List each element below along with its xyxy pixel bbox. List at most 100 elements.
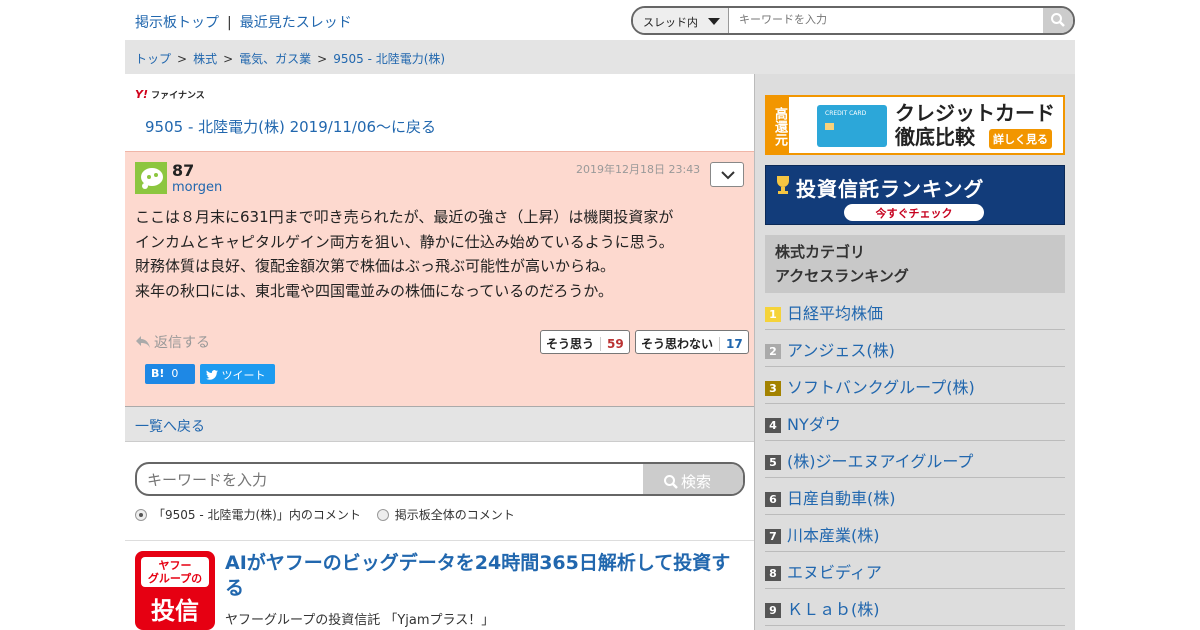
post-body: ここは８月末に631円まで叩き売られたが、最近の強さ（上昇）は機関投資家が イン… [135, 205, 735, 303]
rank-badge: 5 [765, 455, 781, 470]
hatena-icon: B! [151, 367, 165, 380]
rank-badge: 1 [765, 307, 781, 322]
ad-logo-line1: ヤフー [158, 559, 192, 572]
agree-button[interactable]: そう思う 59 [540, 330, 630, 354]
ranking-item[interactable]: 5 (株)ジーエヌアイグループ [765, 441, 1065, 478]
disagree-count: 17 [719, 337, 743, 351]
search-scope-select[interactable]: スレッド内 [633, 8, 729, 33]
avatar [135, 162, 167, 194]
ranking-item[interactable]: 9 ＫＬａｂ(株) [765, 589, 1065, 626]
breadcrumb-item-industry[interactable]: 電気、ガス業 [239, 52, 311, 66]
banner-title-line2: 徹底比較 [895, 125, 975, 149]
breadcrumb-item-stocks[interactable]: 株式 [193, 52, 217, 66]
ranking-item[interactable]: 1 日経平均株価 [765, 293, 1065, 330]
post-menu-button[interactable] [710, 162, 744, 187]
rank-badge: 4 [765, 418, 781, 433]
comment-post: 87 morgen 2019年12月18日 23:43 ここは８月末に631円ま… [125, 151, 754, 407]
twitter-icon [206, 370, 218, 380]
reply-icon [136, 336, 150, 348]
ranking-item[interactable]: 3 ソフトバンクグループ(株) [765, 367, 1065, 404]
ranking-item-name: エヌビディア [787, 563, 882, 582]
breadcrumb-item-stock[interactable]: 9505 - 北陸電力(株) [333, 52, 445, 66]
ranking-item-name: 日経平均株価 [787, 304, 884, 323]
rank-badge: 6 [765, 492, 781, 507]
disagree-button[interactable]: そう思わない 17 [635, 330, 749, 354]
ranking-item[interactable]: 2 アンジェス(株) [765, 330, 1065, 367]
ranking-item[interactable]: 8 エヌビディア [765, 552, 1065, 589]
ad-logo[interactable]: ヤフー グループの 投信 [135, 551, 215, 630]
fund-ranking-banner[interactable]: 投資信託ランキング 今すぐチェック [765, 165, 1065, 225]
back-to-list-link[interactable]: 一覧へ戻る [125, 407, 754, 442]
rank-badge: 3 [765, 381, 781, 396]
ranking-item[interactable]: 4 NYダウ [765, 404, 1065, 441]
logo-text: ファイナンス [151, 91, 205, 101]
rank-badge: 9 [765, 603, 781, 618]
radio-thread-comments[interactable]: 「9505 - 北陸電力(株)」内のコメント [135, 508, 361, 522]
ranking-title: 株式カテゴリ アクセスランキング [765, 235, 1065, 293]
ad-subtitle: ヤフーグループの投資信託 「Yjamプラス！」 [225, 613, 495, 628]
radio-all-label: 掲示板全体のコメント [394, 508, 515, 522]
trophy-icon [777, 176, 789, 194]
header-search-button[interactable] [1043, 8, 1073, 33]
ranking-title-line1: 株式カテゴリ [775, 243, 866, 261]
breadcrumb-separator: > [177, 52, 188, 66]
header-search: スレッド内 [631, 6, 1075, 35]
ranking-item-name: ＫＬａｂ(株) [787, 600, 880, 619]
breadcrumb-item-top[interactable]: トップ [135, 52, 171, 66]
back-to-thread-link[interactable]: 9505 - 北陸電力(株) 2019/11/06〜に戻る [145, 116, 436, 137]
credit-card-icon: CREDIT CARD [817, 105, 887, 147]
search-icon [664, 475, 678, 489]
main-column: Y! ファイナンス 9505 - 北陸電力(株) 2019/11/06〜に戻る … [125, 74, 754, 630]
banner2-button: 今すぐチェック [844, 204, 984, 221]
radio-checked [135, 509, 147, 521]
yahoo-finance-logo[interactable]: Y! ファイナンス [135, 88, 205, 101]
ranking-item[interactable]: 7 川本産業(株) [765, 515, 1065, 552]
credit-card-banner[interactable]: 高還元 CREDIT CARD クレジットカード 徹底比較 詳しく見る [765, 95, 1065, 155]
top-bar: 掲示板トップ | 最近見たスレッド スレッド内 [125, 0, 1075, 40]
search-scope-options: 「9505 - 北陸電力(株)」内のコメント 掲示板全体のコメント [135, 506, 527, 523]
post-body-line: ここは８月末に631円まで叩き売られたが、最近の強さ（上昇）は機関投資家が [135, 208, 674, 226]
ad-logo-text: ヤフー グループの [141, 557, 209, 587]
comment-search-input[interactable] [147, 471, 627, 489]
ad-logo-line3: 投信 [151, 597, 199, 625]
comment-search: 検索 [135, 462, 745, 496]
breadcrumb: トップ > 株式 > 電気、ガス業 >9505 - 北陸電力(株) [125, 40, 1075, 74]
banner2-title: 投資信託ランキング [796, 177, 985, 201]
post-number: 87 [172, 161, 195, 180]
reply-label: 返信する [154, 335, 210, 351]
search-icon [1051, 13, 1065, 27]
sidebar: 高還元 CREDIT CARD クレジットカード 徹底比較 詳しく見る 投資信託ラ… [754, 74, 1075, 630]
ranking-item[interactable]: 6 日産自動車(株) [765, 478, 1065, 515]
agree-label: そう思う [546, 337, 595, 351]
reply-button[interactable]: 返信する [135, 332, 210, 352]
search-button-label: 検索 [681, 473, 712, 491]
ranking-item-name: 川本産業(株) [787, 526, 880, 545]
user-avatar-icon [141, 168, 163, 189]
ranking-list: 1 日経平均株価 2 アンジェス(株) 3 ソフトバンクグループ(株) 4 NYダウ 5… [765, 293, 1065, 626]
banner-title-line1: クレジットカード [895, 101, 1055, 125]
divider [125, 540, 754, 541]
radio-all-comments[interactable]: 掲示板全体のコメント [376, 508, 515, 522]
comment-search-button[interactable]: 検索 [643, 464, 743, 494]
header-search-input[interactable] [739, 13, 1039, 26]
recent-threads-link[interactable]: 最近見たスレッド [240, 15, 352, 31]
rank-badge: 8 [765, 566, 781, 581]
logo-y: Y! [135, 88, 148, 101]
top-links: 掲示板トップ | 最近見たスレッド [135, 12, 352, 32]
hatena-count: 0 [171, 367, 179, 380]
hatena-bookmark-button[interactable]: B! 0 [145, 364, 195, 384]
card-chip-icon [825, 123, 834, 130]
chevron-down-icon [708, 18, 720, 25]
board-top-link[interactable]: 掲示板トップ [135, 15, 219, 31]
radio-thread-label: 「9505 - 北陸電力(株)」内のコメント [153, 508, 361, 522]
tweet-button[interactable]: ツイート [200, 364, 275, 384]
ad-logo-line2: グループの [147, 572, 203, 585]
ranking-item-name: 日産自動車(株) [787, 489, 896, 508]
radio-unchecked [376, 509, 389, 521]
ranking-item-name: アンジェス(株) [787, 341, 895, 360]
card-text: CREDIT CARD [825, 110, 867, 117]
ad-title-link[interactable]: AIがヤフーのビッグデータを24時間365日解析して投資する [225, 551, 745, 601]
banner-tag: 高還元 [767, 97, 789, 153]
post-author[interactable]: morgen [172, 180, 222, 195]
agree-count: 59 [600, 337, 624, 351]
